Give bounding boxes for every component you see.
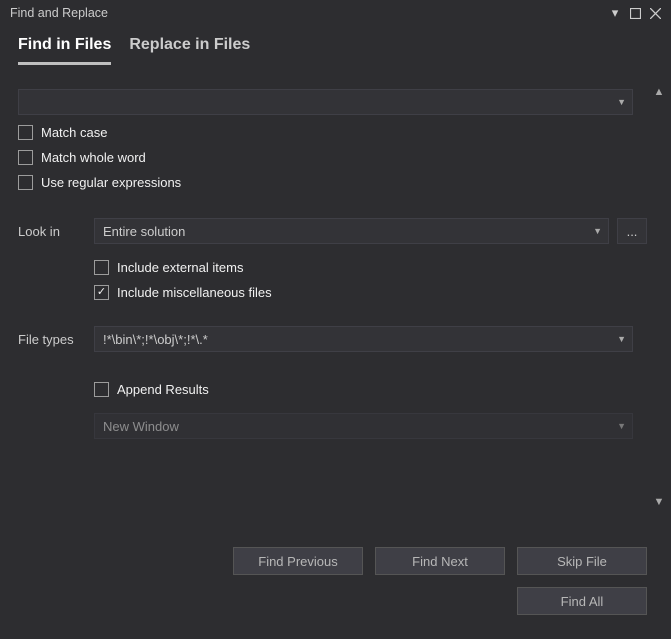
maximize-icon[interactable] [625,3,645,23]
tab-replace-in-files[interactable]: Replace in Files [129,36,250,65]
include-misc-label: Include miscellaneous files [117,285,272,300]
dropdown-icon[interactable]: ▾ [605,3,625,23]
look-in-select[interactable]: Entire solution ▼ [94,218,609,244]
results-window-select[interactable]: New Window ▼ [94,413,633,439]
file-types-input[interactable]: !*\bin\*;!*\obj\*;!*\.* ▼ [94,326,633,352]
include-external-checkbox[interactable] [94,260,109,275]
button-row-1: Find Previous Find Next Skip File [0,539,671,579]
chevron-down-icon: ▼ [617,421,626,431]
search-term-input[interactable]: ▼ [18,89,633,115]
window-title: Find and Replace [10,6,605,20]
results-window-value: New Window [103,419,179,434]
scroll-down-icon[interactable]: ▼ [654,495,665,509]
find-previous-button[interactable]: Find Previous [233,547,363,575]
close-icon[interactable] [645,3,665,23]
browse-button[interactable]: ... [617,218,647,244]
append-results-label: Append Results [117,382,209,397]
form-panel: ▲ ▼ ▼ Match case Match whole word Use re… [0,77,671,517]
titlebar: Find and Replace ▾ [0,0,671,26]
scroll-up-icon[interactable]: ▲ [654,85,665,99]
spacer [233,587,363,615]
file-types-value: !*\bin\*;!*\obj\*;!*\.* [103,332,208,347]
scrollbar[interactable]: ▲ ▼ [651,85,667,509]
tab-find-in-files[interactable]: Find in Files [18,36,111,65]
match-case-checkbox[interactable] [18,125,33,140]
look-in-value: Entire solution [103,224,185,239]
chevron-down-icon: ▼ [617,97,626,107]
button-row-2: Find All [0,579,671,619]
include-external-label: Include external items [117,260,243,275]
match-whole-word-label: Match whole word [41,150,146,165]
find-next-button[interactable]: Find Next [375,547,505,575]
chevron-down-icon: ▼ [617,334,626,344]
use-regex-label: Use regular expressions [41,175,181,190]
find-all-button[interactable]: Find All [517,587,647,615]
spacer [375,587,505,615]
match-whole-word-checkbox[interactable] [18,150,33,165]
skip-file-button[interactable]: Skip File [517,547,647,575]
use-regex-checkbox[interactable] [18,175,33,190]
append-results-checkbox[interactable] [94,382,109,397]
look-in-label: Look in [18,224,94,239]
include-misc-checkbox[interactable] [94,285,109,300]
tab-strip: Find in Files Replace in Files [0,26,671,65]
file-types-label: File types [18,332,94,347]
chevron-down-icon: ▼ [593,226,602,236]
match-case-label: Match case [41,125,107,140]
ellipsis-icon: ... [627,224,638,239]
